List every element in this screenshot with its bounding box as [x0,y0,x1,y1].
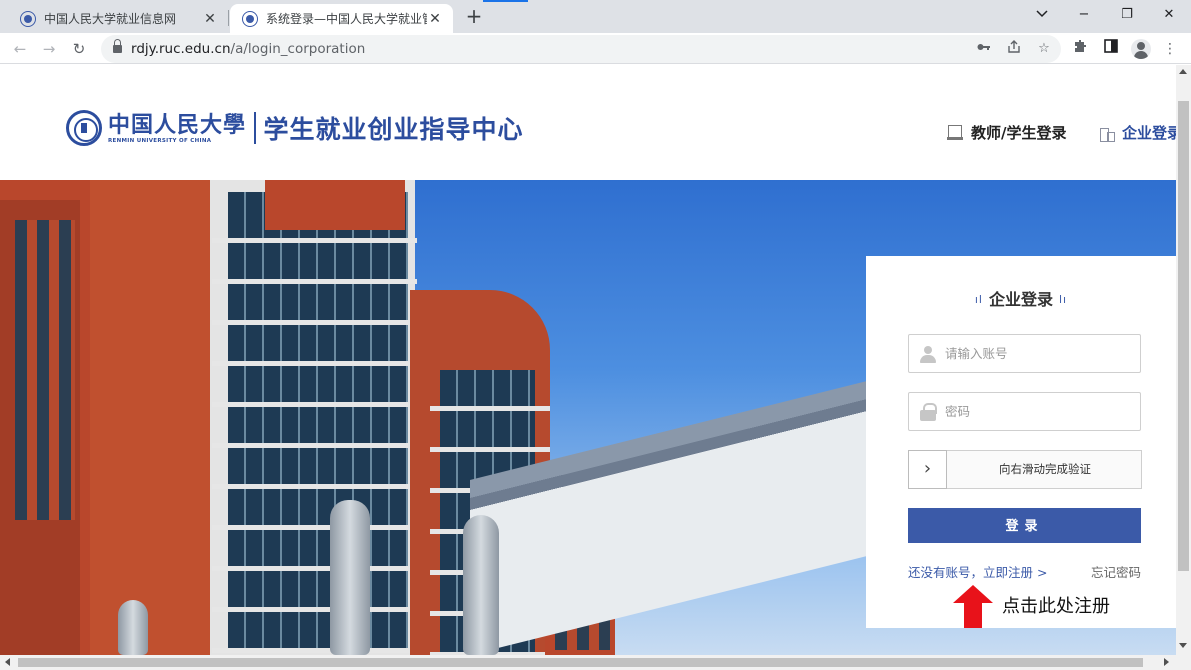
annotation-text: 点击此处注册 [1002,596,1110,617]
stone-pillar [463,515,499,655]
tab-close-icon[interactable]: ✕ [202,11,218,27]
account-field[interactable] [908,334,1141,373]
password-input[interactable] [945,393,1135,430]
tab-close-icon[interactable]: ✕ [427,11,443,27]
share-icon[interactable] [1005,40,1023,58]
back-icon[interactable]: ← [9,38,31,60]
logo-divider [254,112,256,144]
star-icon[interactable]: ☆ [1035,40,1053,58]
side-panel-icon[interactable] [1101,39,1121,59]
lock-icon [919,403,937,421]
address-bar[interactable]: rdjy.ruc.edu.cn/a/login_corporation ☆ [101,35,1061,63]
scroll-left-arrow-icon[interactable] [5,658,10,666]
extensions-icon[interactable] [1071,39,1091,59]
sound-bars-icon: lı [1059,293,1068,306]
menu-icon[interactable]: ⋮ [1160,39,1180,59]
stone-pillar [330,500,370,655]
site-header: 中国人民大學 RENMIN UNIVERSITY OF CHINA 学生就业创业… [0,65,1176,180]
password-field[interactable] [908,392,1141,431]
scroll-up-arrow-icon[interactable] [1179,69,1187,74]
tab-search-chevron-icon[interactable] [1022,4,1062,26]
logo-english-name: RENMIN UNIVERSITY OF CHINA [108,138,212,144]
vertical-scrollbar[interactable] [1176,65,1191,655]
tab-separator [228,10,229,26]
login-button[interactable]: 登录 [908,508,1141,543]
ruc-favicon-icon [20,10,36,27]
tab-login[interactable]: 系统登录—中国人民大学就业管理 ✕ [230,4,453,33]
lock-icon[interactable] [113,39,122,54]
corp-login-label: 企业登录 [1122,124,1176,142]
teacher-icon [947,124,963,141]
url-host: rdjy.ruc.edu.cn [131,41,231,57]
teacher-login-label: 教师/学生登录 [971,124,1067,142]
building-icon [1098,125,1115,142]
new-tab-button[interactable]: + [462,5,486,29]
slider-handle-chevron-icon[interactable]: › [908,450,947,489]
minimize-button[interactable]: − [1064,4,1104,26]
restore-button[interactable]: ❐ [1107,4,1147,26]
sound-bars-icon: ıl [974,293,983,306]
scrollbar-thumb[interactable] [1178,101,1189,571]
profile-icon[interactable] [1131,39,1151,59]
tab-title: 中国人民大学就业信息网 [44,12,177,26]
slide-verification[interactable]: › 向右滑动完成验证 [908,450,1142,489]
scrollbar-thumb[interactable] [18,658,1143,667]
account-input[interactable] [945,335,1135,372]
page-viewport: 中国人民大學 RENMIN UNIVERSITY OF CHINA 学生就业创业… [0,65,1176,655]
site-logo[interactable]: 中国人民大學 RENMIN UNIVERSITY OF CHINA 学生就业创业… [66,108,524,148]
corporate-login-card: ıl 企业登录 lı › 向右滑动完成验证 登录 还没有账号，立即注册 > 忘记密码 [866,256,1176,628]
logo-center-name: 学生就业创业指导中心 [263,115,524,144]
reload-icon[interactable]: ↻ [68,38,90,60]
ruc-favicon-icon [242,10,258,27]
user-icon [919,345,937,363]
key-icon[interactable] [975,40,993,58]
url-path: /a/login_corporation [230,41,366,57]
corporate-login-link[interactable]: 企业登录 [1098,122,1176,143]
red-arrow-up-icon [953,585,993,629]
url-text[interactable]: rdjy.ruc.edu.cn/a/login_corporation [131,41,365,57]
tab-rdjy-home[interactable]: 中国人民大学就业信息网 ✕ [8,4,228,33]
tab-strip-indicator [483,0,528,2]
teacher-student-login-link[interactable]: 教师/学生登录 [947,122,1066,143]
forgot-password-link[interactable]: 忘记密码 [1091,562,1141,581]
slider-hint: 向右滑动完成验证 [999,462,1091,476]
register-link[interactable]: 还没有账号，立即注册 > [908,562,1047,581]
forward-icon[interactable]: → [38,38,60,60]
browser-toolbar: ← → ↻ rdjy.ruc.edu.cn/a/login_corporatio… [0,33,1191,64]
tab-title: 系统登录—中国人民大学就业管理 [266,12,427,26]
scroll-right-arrow-icon[interactable] [1164,658,1169,666]
scroll-down-arrow-icon[interactable] [1179,643,1187,648]
stone-pillar [118,600,148,655]
login-card-title: ıl 企业登录 lı [866,286,1176,310]
close-window-button[interactable]: ✕ [1149,4,1189,26]
login-title-text: 企业登录 [988,290,1053,309]
horizontal-scrollbar[interactable] [0,655,1191,670]
tab-bar: 中国人民大学就业信息网 ✕ 系统登录—中国人民大学就业管理 ✕ + − ❐ ✕ [0,0,1191,33]
university-seal-icon [66,110,102,146]
logo-university-name: 中国人民大學 [108,112,247,138]
